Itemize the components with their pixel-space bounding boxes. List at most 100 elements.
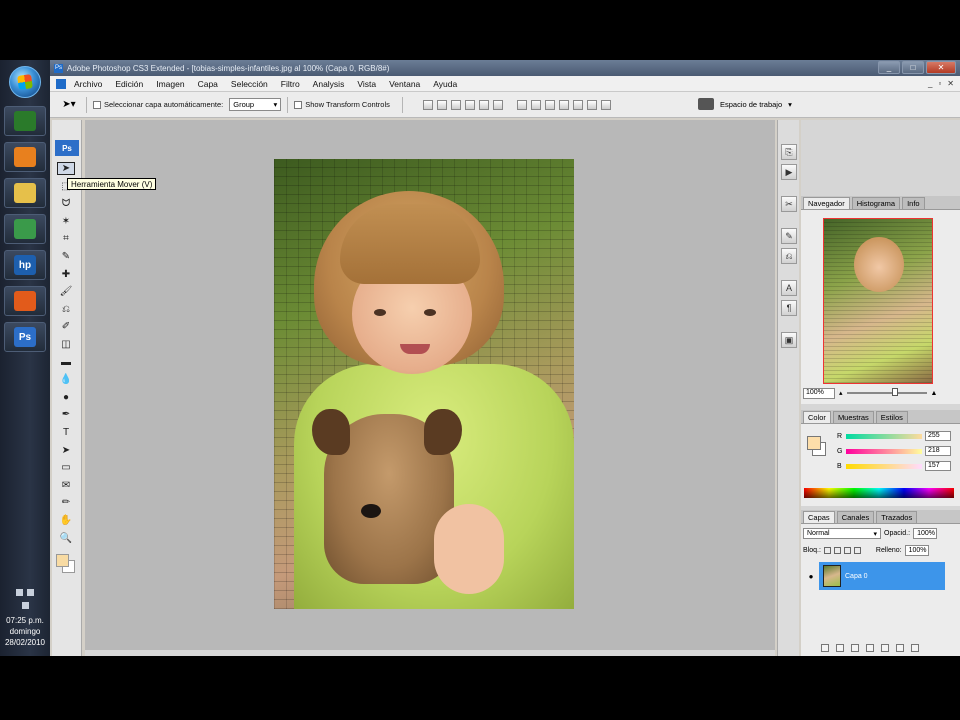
doc-minimize-button[interactable]: _ [928, 79, 932, 88]
brushes-panel-icon[interactable]: ✎ [781, 228, 797, 244]
dodge-tool-icon[interactable]: ● [57, 391, 75, 404]
new-layer-icon[interactable] [896, 644, 904, 652]
auto-align-icon[interactable] [600, 99, 611, 110]
align-right-icon[interactable] [492, 99, 503, 110]
doc-restore-button[interactable]: ▫ [938, 79, 941, 88]
title-bar[interactable]: Ps Adobe Photoshop CS3 Extended - [tobia… [50, 60, 960, 76]
history-panel-icon[interactable]: ⎘ [781, 144, 797, 160]
maximize-button[interactable]: □ [902, 61, 924, 74]
hand-tool-icon[interactable]: ✋ [57, 514, 75, 527]
canvas-area[interactable] [85, 120, 775, 650]
blend-mode-dropdown[interactable]: Normal ▾ [803, 528, 881, 539]
move-tool-preset-icon[interactable]: ➤▾ [58, 97, 80, 113]
start-button[interactable] [9, 66, 41, 98]
lock-position-icon[interactable] [843, 547, 851, 554]
tab-info[interactable]: Info [902, 197, 925, 209]
battery-icon[interactable] [27, 589, 34, 596]
menu-vista[interactable]: Vista [357, 79, 376, 89]
close-button[interactable]: ✕ [926, 61, 956, 74]
distribute-bottom-icon[interactable] [544, 99, 555, 110]
brush-tool-icon[interactable]: 🖌 [57, 285, 75, 298]
foreground-color-swatch[interactable] [56, 554, 69, 567]
tab-navegador[interactable]: Navegador [803, 197, 850, 209]
taskbar-app-button[interactable] [4, 286, 46, 316]
tool-presets-icon[interactable]: ✂ [781, 196, 797, 212]
move-tool-icon[interactable]: ➤ [57, 162, 75, 175]
menu-archivo[interactable]: Archivo [74, 79, 102, 89]
clone-source-icon[interactable]: ⎌ [781, 248, 797, 264]
taskbar-app-button[interactable] [4, 214, 46, 244]
lock-pixels-icon[interactable] [833, 547, 841, 554]
menu-filtro[interactable]: Filtro [281, 79, 300, 89]
lasso-tool-icon[interactable]: ᗢ [57, 197, 75, 210]
eyedropper-tool-icon-2[interactable]: ✏ [57, 496, 75, 509]
layer-mask-icon[interactable] [851, 644, 859, 652]
taskbar-app-button[interactable]: Ps [4, 322, 46, 352]
color-fg-swatch[interactable] [807, 436, 821, 450]
opacity-field[interactable]: 100% [913, 528, 938, 539]
clock-day[interactable]: domingo [0, 626, 50, 637]
channel-b-slider[interactable] [846, 463, 922, 469]
taskbar-app-button[interactable] [4, 178, 46, 208]
history-brush-tool-icon[interactable]: ✐ [57, 320, 75, 333]
delete-layer-icon[interactable] [911, 644, 919, 652]
transform-controls-checkbox[interactable] [294, 100, 303, 109]
eraser-tool-icon[interactable]: ◫ [57, 338, 75, 351]
distribute-hcenter-icon[interactable] [572, 99, 583, 110]
distribute-top-icon[interactable] [516, 99, 527, 110]
tab-trazados[interactable]: Trazados [876, 511, 918, 523]
notes-tool-icon[interactable]: ✉ [57, 479, 75, 492]
actions-panel-icon[interactable]: ▶ [781, 164, 797, 180]
color-spectrum[interactable] [804, 488, 954, 498]
tab-estilos[interactable]: Estilos [875, 411, 908, 423]
crop-tool-icon[interactable]: ⌗ [57, 232, 75, 245]
minimize-button[interactable]: _ [878, 61, 900, 74]
distribute-vcenter-icon[interactable] [530, 99, 541, 110]
layer-style-icon[interactable] [836, 644, 844, 652]
blur-tool-icon[interactable]: 💧 [57, 373, 75, 386]
eye-icon[interactable]: ● [803, 562, 819, 590]
align-bottom-icon[interactable] [450, 99, 461, 110]
layer-row[interactable]: ● Capa 0 [803, 562, 945, 590]
align-left-icon[interactable] [464, 99, 475, 110]
menu-ayuda[interactable]: Ayuda [433, 79, 457, 89]
tab-histograma[interactable]: Histograma [851, 197, 901, 209]
magic-wand-tool-icon[interactable]: ✶ [57, 215, 75, 228]
ps-menu-icon[interactable] [56, 78, 66, 89]
tab-capas[interactable]: Capas [803, 511, 835, 523]
clone-stamp-tool-icon[interactable]: ⎌ [57, 303, 75, 316]
navigator-thumbnail[interactable] [823, 218, 933, 384]
auto-select-checkbox[interactable] [93, 100, 101, 109]
paragraph-panel-icon[interactable]: ¶ [781, 300, 797, 316]
workspace-switcher[interactable]: Espacio de trabajo ▾ [698, 98, 792, 110]
menu-edicion[interactable]: Edición [115, 79, 143, 89]
shape-tool-icon[interactable]: ▭ [57, 461, 75, 474]
tab-color[interactable]: Color [803, 411, 831, 423]
auto-select-dropdown[interactable]: Group ▾ [229, 98, 282, 111]
fill-field[interactable]: 100% [904, 545, 929, 556]
zoom-tool-icon[interactable]: 🔍 [57, 532, 75, 545]
align-vcenter-icon[interactable] [436, 99, 447, 110]
clock-time[interactable]: 07:25 p.m. [0, 615, 50, 626]
path-selection-tool-icon[interactable]: ➤ [57, 444, 75, 457]
new-group-icon[interactable] [881, 644, 889, 652]
volume-icon[interactable] [21, 602, 29, 609]
menu-capa[interactable]: Capa [198, 79, 218, 89]
doc-close-button[interactable]: ✕ [947, 79, 954, 88]
menu-seleccion[interactable]: Selección [231, 79, 268, 89]
zoom-slider[interactable] [846, 388, 927, 396]
layer-comps-icon[interactable]: ▣ [781, 332, 797, 348]
bridge-icon[interactable] [698, 98, 714, 110]
gradient-tool-icon[interactable]: ▬ [57, 356, 75, 369]
taskbar-app-button[interactable]: hp [4, 250, 46, 280]
network-icon[interactable] [16, 589, 23, 596]
menu-analysis[interactable]: Analysis [313, 79, 345, 89]
adjustment-layer-icon[interactable] [866, 644, 874, 652]
document-image[interactable] [274, 159, 574, 609]
align-hcenter-icon[interactable] [478, 99, 489, 110]
pen-tool-icon[interactable]: ✒ [57, 408, 75, 421]
zoom-out-icon[interactable]: ▴ [839, 389, 843, 397]
channel-g-value[interactable]: 218 [925, 446, 951, 456]
channel-b-value[interactable]: 157 [925, 461, 951, 471]
character-panel-icon[interactable]: A [781, 280, 797, 296]
